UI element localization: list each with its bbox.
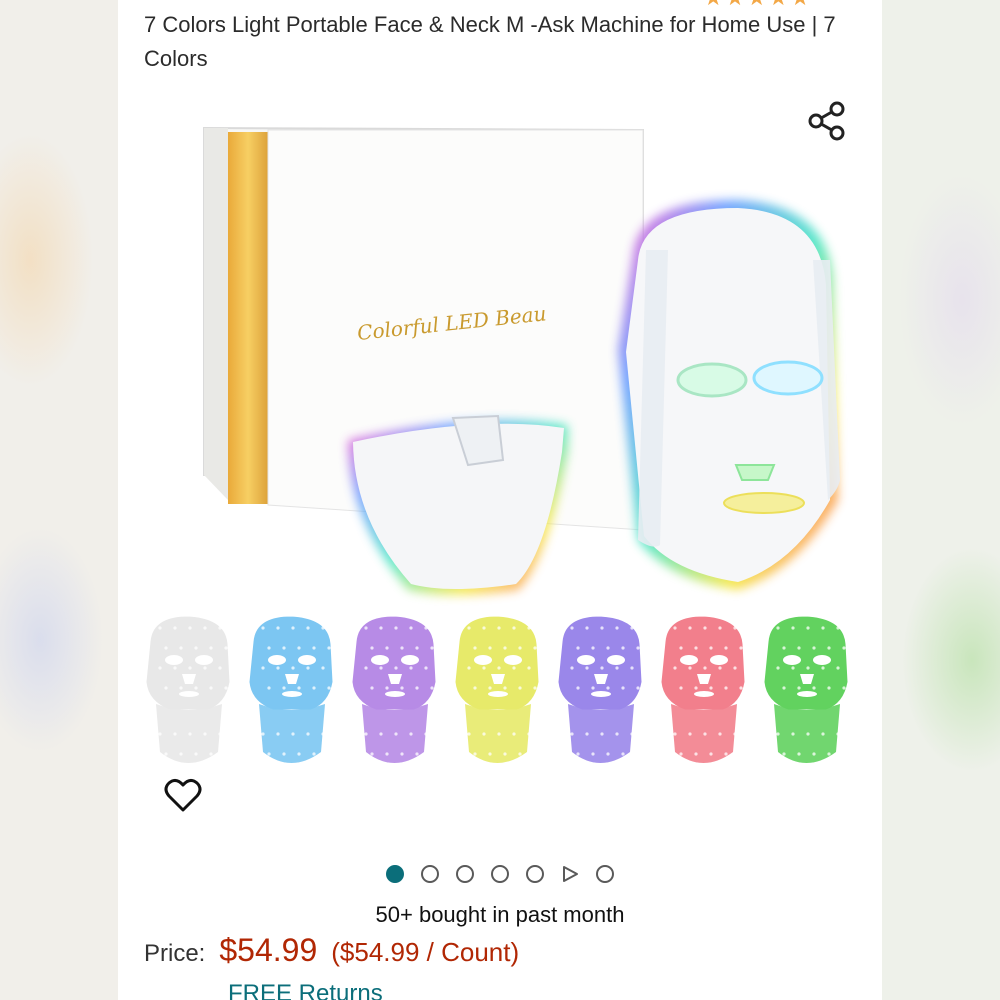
play-icon[interactable] [561, 865, 579, 883]
price-label: Price: [144, 940, 206, 967]
image-carousel-dots [386, 864, 614, 884]
color-variant-thumbnail [145, 615, 231, 763]
color-variant-thumbnail [660, 615, 746, 763]
carousel-dot-7[interactable] [596, 865, 614, 883]
color-variant-thumbnail [557, 615, 643, 763]
color-variant-thumbnail [454, 615, 540, 763]
color-variant-thumbnail [763, 615, 849, 763]
carousel-dot-5[interactable] [526, 865, 544, 883]
background-blur-left [0, 0, 118, 1000]
heart-icon[interactable] [162, 774, 204, 816]
product-page: ★★★★★ 7 Colors Light Portable Face & Nec… [118, 0, 882, 1000]
carousel-dot-4[interactable] [491, 865, 509, 883]
color-variant-thumbnail [351, 615, 437, 763]
bought-in-past-month: 50+ bought in past month [375, 902, 625, 927]
carousel-dot-1[interactable] [386, 865, 404, 883]
background-blur-right [882, 0, 1000, 1000]
free-returns-link[interactable]: FREE Returns [228, 980, 383, 1000]
price-value: $54.99 [219, 932, 318, 968]
carousel-dot-3[interactable] [456, 865, 474, 883]
color-variant-thumbnail [248, 615, 334, 763]
product-title: 7 Colors Light Portable Face & Neck M -A… [144, 12, 836, 71]
unit-price: ($54.99 / Count) [331, 937, 520, 967]
carousel-dot-2[interactable] [421, 865, 439, 883]
product-main-image[interactable]: Colorful LED Beau [198, 120, 858, 610]
color-variants-strip [134, 612, 874, 782]
price-row: Price: $54.99 ($54.99 / Count) [144, 932, 519, 969]
